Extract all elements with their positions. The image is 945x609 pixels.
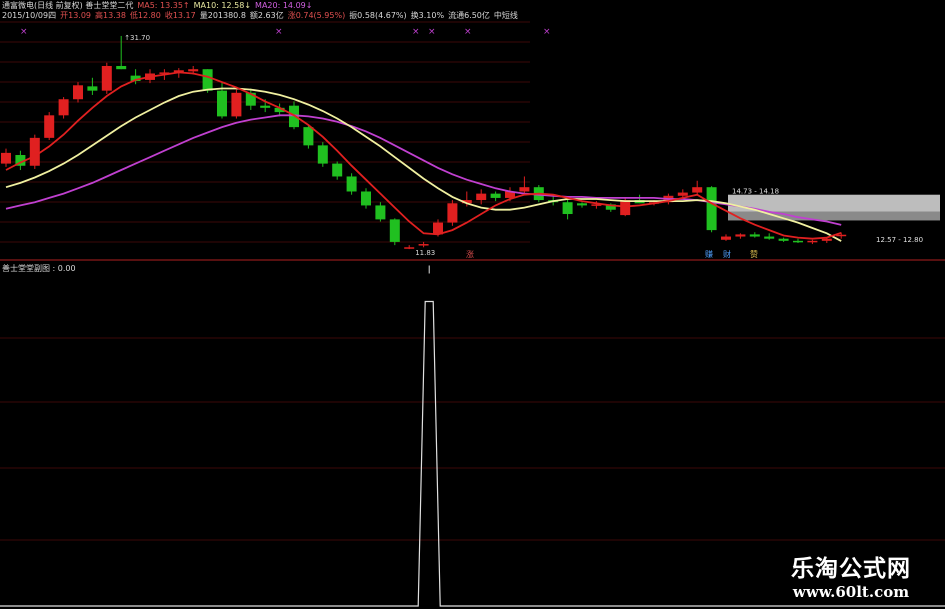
candle-body-7	[101, 65, 112, 91]
header-field-line2-3: 低12.80	[129, 11, 161, 20]
candle-body-34	[490, 193, 501, 198]
candle-body-0	[1, 152, 11, 164]
header-field-line2-0: 2015/10/09四	[2, 11, 57, 20]
candle-body-25	[361, 191, 371, 206]
header-field-line1-0: 通富微电(日线 前复权) 善士堂堂二代	[2, 1, 134, 10]
candle-body-51	[735, 234, 746, 237]
candle-body-39	[562, 202, 573, 215]
candle-body-18	[260, 105, 271, 108]
price-band	[728, 194, 940, 221]
candle-body-4	[58, 99, 69, 116]
candles-group	[1, 35, 847, 250]
main-price-chart[interactable]: × × × × × × ↑31.70 11.83 14.73 - 14.18 12.57 - 1…	[0, 0, 945, 609]
candle-body-49	[706, 187, 717, 231]
header-field-line2-10: 流通6.50亿	[448, 11, 490, 20]
header-field-line1-3: MA20: 14.09↓	[255, 1, 313, 10]
candle-body-53	[764, 236, 775, 239]
candle-body-2	[29, 137, 40, 166]
header-field-line2-4: 收13.17	[164, 11, 196, 20]
candle-body-27	[389, 219, 400, 242]
candle-body-15	[217, 90, 227, 117]
header-line-1: 通富微电(日线 前复权) 善士堂堂二代 MA5: 13.35↑ MA10: 12.5…	[2, 1, 316, 11]
top-marker-2: ×	[412, 27, 420, 37]
signal-tag-3: 赞	[750, 249, 758, 259]
header-field-line2-2: 高13.38	[95, 11, 126, 20]
top-marker-0: ×	[20, 27, 28, 37]
header-field-line2-7: 涨0.74(5.95%)	[287, 11, 346, 20]
candle-body-50	[721, 236, 731, 240]
candle-body-43	[620, 200, 631, 216]
band-lower-label: 12.57 - 12.80	[876, 236, 923, 244]
candle-body-3	[44, 115, 55, 138]
top-marker-5: ×	[543, 27, 551, 37]
candle-body-23	[332, 163, 343, 177]
header-field-line2-6: 额2.63亿	[249, 11, 284, 20]
band-upper-label: 14.73 - 14.18	[732, 188, 779, 196]
candle-body-5	[73, 85, 83, 100]
header-field-line2-1: 开13.09	[60, 11, 92, 20]
candle-body-56	[807, 240, 818, 243]
candle-body-22	[317, 145, 328, 164]
candle-body-31	[447, 203, 458, 223]
candle-body-24	[346, 176, 357, 192]
header-field-line2-8: 振0.58(4.67%)	[349, 11, 407, 20]
header-field-line1-1: MA5: 13.35↑	[137, 1, 190, 10]
candle-body-16	[231, 92, 242, 117]
watermark-url: www.60lt.com	[792, 583, 910, 601]
candle-body-47	[677, 192, 688, 196]
candle-body-28	[404, 247, 415, 249]
candle-body-8	[116, 65, 127, 70]
candle-body-54	[778, 238, 789, 241]
candle-body-13	[188, 69, 199, 72]
candle-body-26	[375, 205, 386, 220]
header-line-2: 2015/10/09四 开13.09 高13.38 低12.80 收13.17 量2013…	[2, 11, 522, 21]
header-field-line2-9: 换3.10%	[410, 11, 445, 20]
header-field-line1-2: MA10: 12.58↓	[193, 1, 252, 10]
candle-body-57	[821, 238, 832, 241]
candle-body-6	[87, 86, 98, 91]
candle-body-29	[418, 244, 429, 246]
candle-body-36	[519, 187, 530, 192]
candle-body-55	[793, 240, 803, 243]
candle-body-21	[303, 127, 314, 146]
signal-tag-1: 赚	[705, 249, 713, 259]
low-price-label: 11.83	[415, 249, 435, 257]
header-field-line2-5: 量201380.8	[199, 11, 246, 20]
candle-body-52	[749, 234, 760, 237]
top-marker-1: ×	[275, 27, 283, 37]
high-price-label: ↑31.70	[124, 34, 150, 42]
candle-body-58	[836, 234, 847, 237]
header-field-line2-11: 中短线	[493, 11, 518, 20]
top-markers: × × × × × ×	[20, 27, 551, 37]
signal-tag-2: 财	[723, 249, 731, 259]
sub-chart-title: 善士堂堂副图 : 0.00	[2, 264, 76, 273]
candle-body-48	[692, 187, 703, 193]
candle-body-14	[202, 69, 213, 91]
top-marker-3: ×	[428, 27, 436, 37]
signal-tag-0: 涨	[466, 249, 474, 259]
band-lower	[728, 211, 940, 221]
watermark: 乐淘公式网 www.60lt.com	[791, 549, 911, 601]
candle-body-40	[577, 203, 587, 206]
sub-gridlines	[0, 337, 945, 541]
watermark-title: 乐淘公式网	[791, 556, 911, 582]
top-marker-4: ×	[464, 27, 472, 37]
candle-body-33	[476, 193, 487, 201]
